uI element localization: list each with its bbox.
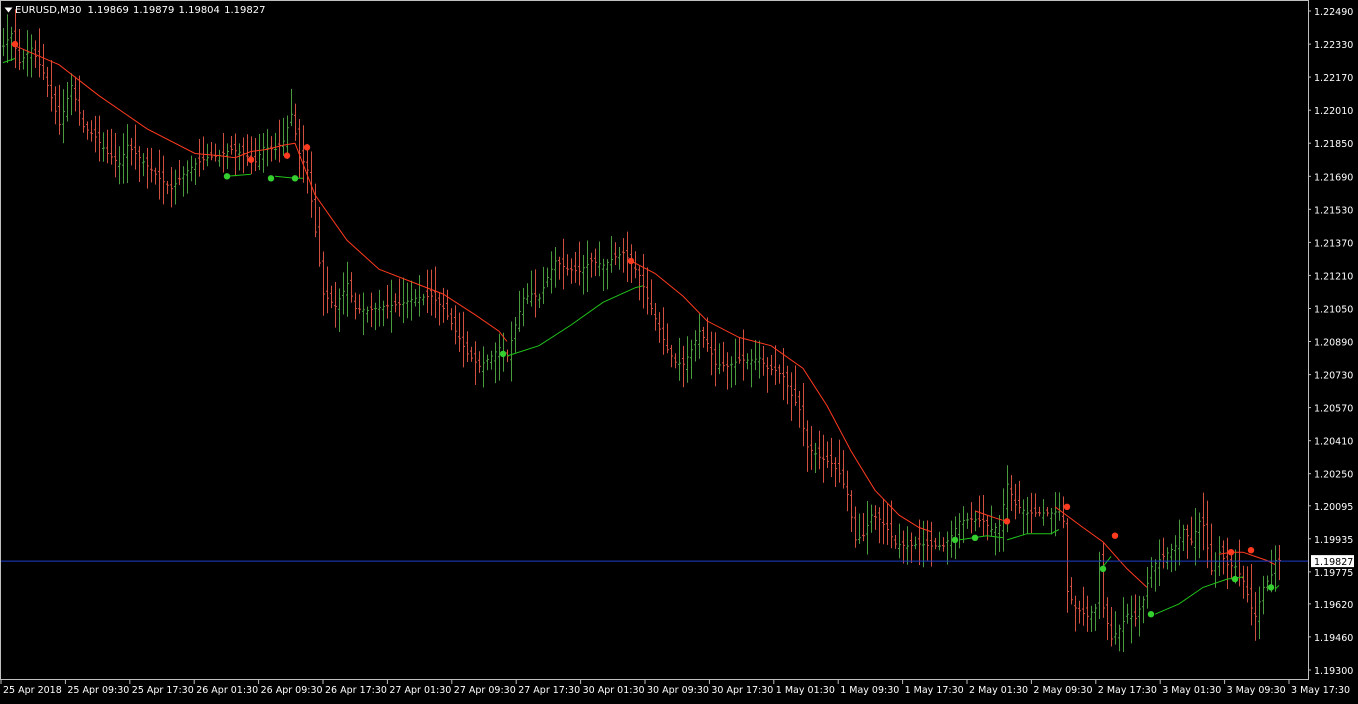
time-tick-label: 26 Apr 17:30	[325, 685, 387, 696]
signal-dot-up	[1267, 584, 1275, 591]
signal-dot-down	[627, 257, 635, 265]
time-tick-label: 27 Apr 17:30	[518, 685, 580, 696]
time-tick-label: 30 Apr 09:30	[647, 685, 709, 696]
signal-dot-up	[951, 536, 959, 544]
time-tick-label: 2 May 09:30	[1033, 685, 1092, 696]
chart-header: EURUSD,M30 1.19869 1.19879 1.19804 1.198…	[4, 3, 265, 17]
time-tick-label: 26 Apr 01:30	[196, 685, 258, 696]
price-tick-label: 1.19775	[1314, 568, 1353, 579]
signal-dot-up	[291, 175, 299, 182]
signal-dot-down	[283, 152, 291, 159]
signal-dot-down	[11, 40, 19, 48]
price-tick-label: 1.21210	[1314, 271, 1353, 282]
signal-dot-down	[1111, 532, 1119, 539]
price-tick-label: 1.21370	[1314, 238, 1353, 249]
price-tick-label: 1.20410	[1314, 437, 1353, 448]
signal-dot-down	[247, 156, 255, 163]
price-tick-label: 1.20730	[1314, 371, 1353, 382]
ohlc-values: 1.19869 1.19879 1.19804 1.19827	[87, 4, 266, 16]
time-tick-label: 27 Apr 09:30	[454, 685, 516, 696]
price-tick-label: 1.19460	[1314, 633, 1353, 644]
price-tick-label: 1.20570	[1314, 404, 1353, 415]
signal-dot-up	[499, 350, 507, 358]
time-tick-label: 30 Apr 01:30	[583, 685, 645, 696]
price-tick-label: 1.22330	[1314, 40, 1353, 51]
signal-dot-down	[1003, 518, 1011, 525]
price-tick-label: 1.19620	[1314, 600, 1353, 611]
price-chart[interactable]: 1.22490 1.22330 1.22170 1.22010 1.21850 1.216…	[0, 0, 1358, 700]
time-tick-label: 3 May 01:30	[1162, 685, 1221, 696]
signal-dot-up	[1231, 575, 1239, 583]
current-price-label: 1.19827	[1311, 555, 1354, 568]
price-tick-label: 1.22010	[1314, 106, 1353, 117]
time-tick-label: 3 May 09:30	[1227, 685, 1286, 696]
time-tick-label: 25 Apr 17:30	[132, 685, 194, 696]
dropdown-triangle-icon[interactable]	[4, 6, 13, 14]
signal-dot-up	[1099, 565, 1107, 572]
signal-dot-down	[1227, 549, 1235, 556]
price-tick-label: 1.20250	[1314, 470, 1353, 481]
price-tick-label: 1.20890	[1314, 338, 1353, 349]
signal-dot-up	[223, 173, 231, 180]
price-tick-label: 1.22170	[1314, 73, 1353, 84]
time-tick-label: 1 May 17:30	[905, 685, 964, 696]
time-tick-label: 27 Apr 01:30	[389, 685, 451, 696]
time-tick-label: 3 May 17:30	[1291, 685, 1350, 696]
symbol-timeframe: EURUSD,M30	[15, 4, 82, 16]
price-tick-label: 1.21530	[1314, 205, 1353, 216]
current-price-label-text: 1.19827	[1314, 557, 1353, 568]
signal-dot-down	[303, 144, 311, 151]
price-tick-label: 1.20095	[1314, 502, 1353, 513]
signal-dot-up	[1147, 611, 1155, 618]
price-tick-label: 1.21050	[1314, 305, 1353, 316]
chart-window[interactable]: 1.22490 1.22330 1.22170 1.22010 1.21850 1.216…	[0, 0, 1358, 700]
signal-dot-down	[1247, 547, 1255, 554]
time-tick-label: 26 Apr 09:30	[261, 685, 323, 696]
time-tick-label: 1 May 09:30	[840, 685, 899, 696]
price-axis[interactable]: 1.22490 1.22330 1.22170 1.22010 1.21850 1.216…	[1308, 7, 1353, 677]
price-tick-label: 1.22490	[1314, 7, 1353, 18]
time-tick-label: 25 Apr 09:30	[67, 685, 129, 696]
price-tick-label: 1.21690	[1314, 172, 1353, 183]
price-tick-label: 1.19300	[1314, 666, 1353, 677]
signal-dot-up	[267, 175, 275, 182]
price-tick-label: 1.21850	[1314, 139, 1353, 150]
time-tick-label: 2 May 01:30	[969, 685, 1028, 696]
signal-dot-down	[1063, 503, 1071, 510]
time-tick-label: 2 May 17:30	[1098, 685, 1157, 696]
time-tick-label: 25 Apr 2018	[3, 685, 62, 696]
signal-dot-up	[971, 534, 979, 541]
price-tick-label: 1.19935	[1314, 535, 1353, 546]
time-tick-label: 30 Apr 17:30	[711, 685, 773, 696]
time-tick-label: 1 May 01:30	[776, 685, 835, 696]
